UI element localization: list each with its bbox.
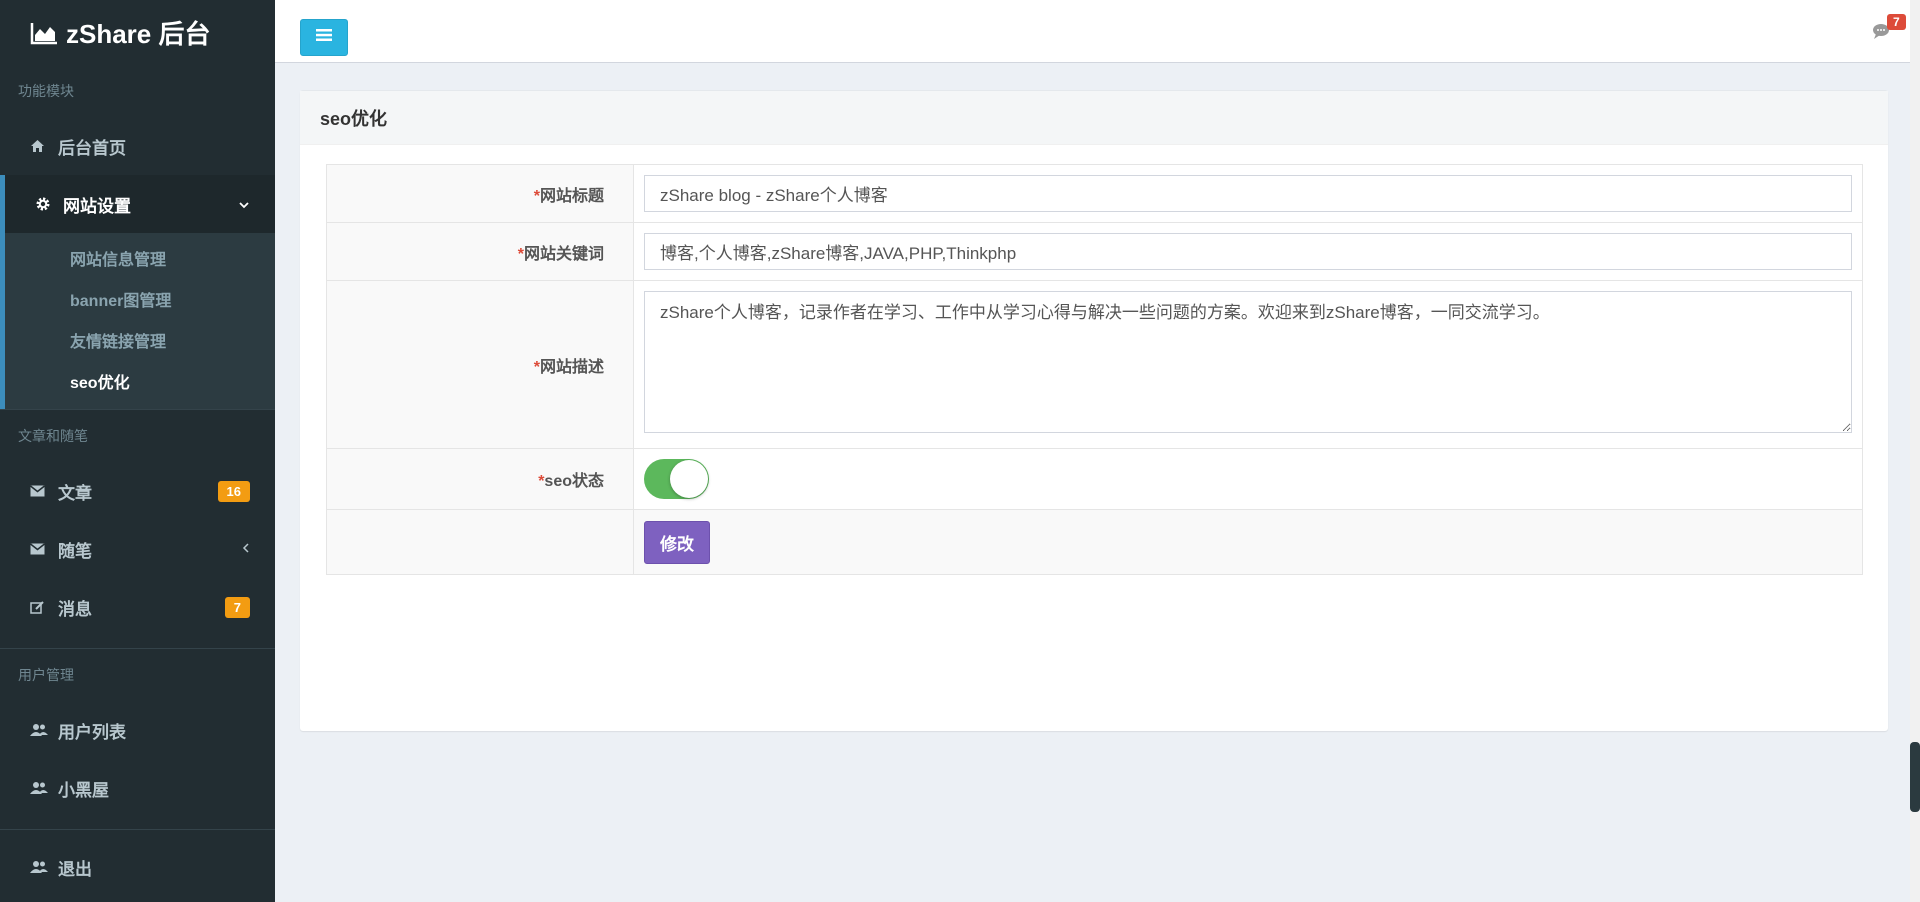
page-scrollbar[interactable] xyxy=(1910,0,1920,902)
field-cell xyxy=(633,448,1863,510)
sidebar-item-label: 小黑屋 xyxy=(58,780,109,800)
sidebar-subitem-seo[interactable]: seo优化 xyxy=(5,360,275,401)
sidebar-divider xyxy=(0,829,275,830)
form-row-site-title: *网站标题 xyxy=(326,164,1863,223)
brand-title: zShare 后台 xyxy=(66,19,211,49)
menu-icon xyxy=(316,28,332,47)
toggle-knob xyxy=(670,460,708,498)
sidebar-item-home[interactable]: 后台首页 xyxy=(0,117,275,175)
field-label: *seo状态 xyxy=(326,448,634,510)
home-icon xyxy=(30,139,58,153)
nav-header-articles: 文章和随笔 xyxy=(18,428,88,444)
form-row-keywords: *网站关键词 xyxy=(326,222,1863,281)
field-label: *网站关键词 xyxy=(326,222,634,281)
sidebar-item-label: 用户列表 xyxy=(58,722,126,742)
description-textarea[interactable]: zShare个人博客，记录作者在学习、工作中从学习心得与解决一些问题的方案。欢迎… xyxy=(644,291,1852,433)
messages-count-badge: 7 xyxy=(224,596,250,618)
seo-status-toggle[interactable] xyxy=(644,459,709,499)
area-chart-icon xyxy=(30,21,58,45)
topbar: 7 xyxy=(275,0,1920,63)
sidebar-item-articles[interactable]: 文章 16 xyxy=(0,462,275,520)
edit-icon xyxy=(30,600,58,615)
sidebar-item-label: 消息 xyxy=(58,599,92,619)
sidebar-item-label: 网站设置 xyxy=(63,196,131,216)
sidebar-item-messages[interactable]: 消息 7 xyxy=(0,578,275,636)
users-icon xyxy=(30,860,58,874)
seo-form: *网站标题 *网站关键词 *网站描述 zShare个人博客， xyxy=(326,164,1863,575)
box-title: seo优化 xyxy=(300,91,1888,145)
form-row-description: *网站描述 zShare个人博客，记录作者在学习、工作中从学习心得与解决一些问题… xyxy=(326,280,1863,449)
sidebar-subitem-site-info[interactable]: 网站信息管理 xyxy=(5,237,275,278)
sidebar-item-label: 随笔 xyxy=(58,541,92,561)
seo-status-label: seo状态 xyxy=(544,473,604,490)
sidebar-group-settings: 网站设置 网站信息管理 banner图管理 友情链接管理 seo优化 xyxy=(0,175,275,409)
field-cell xyxy=(633,222,1863,281)
field-cell xyxy=(633,164,1863,223)
site-title-label: 网站标题 xyxy=(539,187,604,205)
sidebar-item-blacklist[interactable]: 小黑屋 xyxy=(0,759,275,817)
main-content: seo优化 *网站标题 *网站关键词 *网站描述 xyxy=(300,90,1888,731)
envelope-icon xyxy=(30,543,58,555)
messages-notification[interactable]: 7 xyxy=(1872,14,1906,45)
sidebar-item-label: 退出 xyxy=(58,859,92,879)
field-label-empty xyxy=(326,509,634,575)
brand[interactable]: zShare 后台 xyxy=(0,0,275,65)
users-icon xyxy=(30,781,58,795)
sidebar-item-label: 后台首页 xyxy=(58,138,126,158)
chevron-down-icon xyxy=(238,194,250,214)
keywords-label: 网站关键词 xyxy=(523,245,604,263)
form-row-actions: 修改 xyxy=(326,509,1863,575)
field-cell: zShare个人博客，记录作者在学习、工作中从学习心得与解决一些问题的方案。欢迎… xyxy=(633,280,1863,449)
submenu-site-settings: 网站信息管理 banner图管理 友情链接管理 seo优化 xyxy=(5,233,275,409)
sidebar-subitem-banner[interactable]: banner图管理 xyxy=(5,278,275,319)
sidebar-subitem-friend-links[interactable]: 友情链接管理 xyxy=(5,319,275,360)
keywords-input[interactable] xyxy=(644,233,1852,270)
field-cell: 修改 xyxy=(633,509,1863,575)
seo-box: seo优化 *网站标题 *网站关键词 *网站描述 xyxy=(300,90,1888,731)
chevron-left-icon xyxy=(242,539,250,559)
articles-count-badge: 16 xyxy=(217,480,250,502)
sidebar: zShare 后台 功能模块 后台首页 网站设置 网站信息管理 banner图管… xyxy=(0,0,275,902)
submit-button[interactable]: 修改 xyxy=(644,520,710,564)
site-title-input[interactable] xyxy=(644,175,1852,212)
sidebar-item-essays[interactable]: 随笔 xyxy=(0,520,275,578)
sidebar-item-users[interactable]: 用户列表 xyxy=(0,701,275,759)
form-row-seo-status: *seo状态 xyxy=(326,448,1863,510)
nav-header-modules: 功能模块 xyxy=(18,83,74,99)
nav-header-users: 用户管理 xyxy=(18,667,74,683)
gear-icon xyxy=(35,196,63,212)
description-label: 网站描述 xyxy=(539,358,604,376)
field-label: *网站描述 xyxy=(326,280,634,449)
users-icon xyxy=(30,723,58,737)
sidebar-item-label: 文章 xyxy=(58,483,92,503)
sidebar-item-site-settings[interactable]: 网站设置 xyxy=(5,175,275,233)
sidebar-toggle-button[interactable] xyxy=(300,19,348,56)
sidebar-item-logout[interactable]: 退出 xyxy=(0,838,275,896)
scrollbar-thumb[interactable] xyxy=(1910,742,1920,812)
messages-count-badge: 7 xyxy=(1887,14,1906,30)
field-label: *网站标题 xyxy=(326,164,634,223)
envelope-icon xyxy=(30,485,58,497)
